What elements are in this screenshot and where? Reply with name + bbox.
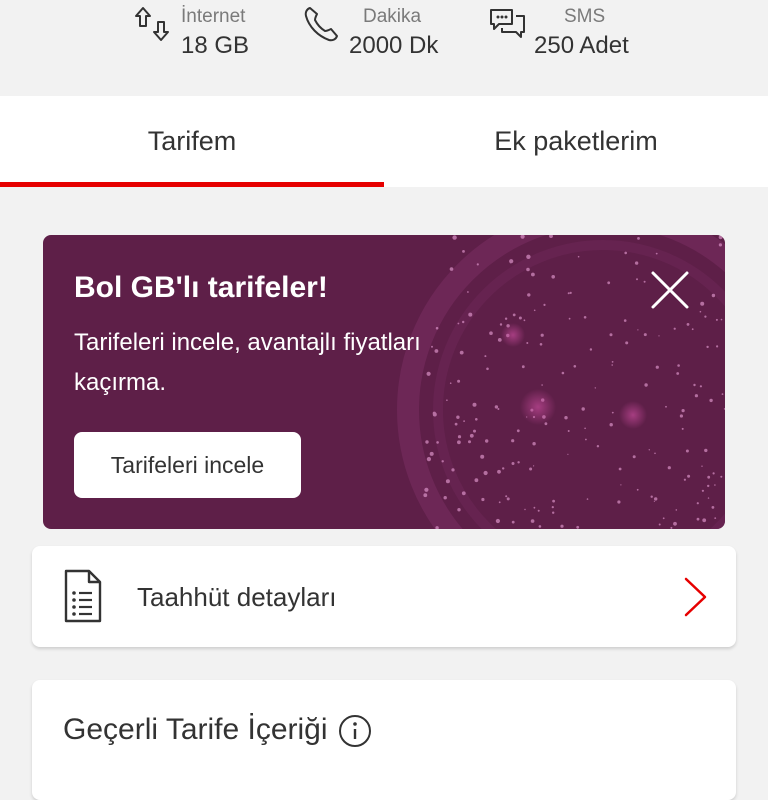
minutes-label: Dakika [363,6,422,27]
document-icon [64,569,102,623]
promo-title: Bol GB'lı tarifeler! [74,271,328,304]
minutes-value: 2000 Dk [349,32,439,59]
phone-icon [304,7,338,42]
commitment-details-label: Taahhüt detayları [137,582,337,612]
current-tariff-title: Geçerli Tarife İçeriği [63,713,328,746]
close-icon[interactable] [649,269,691,311]
internet-value: 18 GB [181,32,250,59]
commitment-details-row[interactable]: Taahhüt detayları [32,546,736,647]
internet-label: İnternet [181,6,246,27]
promo-banner[interactable]: Bol GB'lı tarifeler! Tarifeleri incele, … [43,235,725,529]
chevron-right-icon [684,577,707,617]
info-icon[interactable] [338,714,372,748]
usage-summary: İnternet 18 GB Dakika 2000 Dk SMS 250 Ad… [0,0,768,96]
data-transfer-icon [135,7,169,41]
view-tariffs-button[interactable]: Tarifeleri incele [74,432,301,498]
current-tariff-card: Geçerli Tarife İçeriği [32,680,736,800]
sms-value: 250 Adet [534,32,629,59]
tab-ek-paketlerim[interactable]: Ek paketlerim [384,96,768,187]
message-icon [490,9,525,38]
tab-tarifem[interactable]: Tarifem [0,96,384,187]
sms-label: SMS [564,6,606,27]
tab-bar: Tarifem Ek paketlerim [0,96,768,187]
promo-text: Tarifeleri incele, avantajlı fiyatları k… [74,329,421,396]
active-tab-indicator [0,182,384,187]
